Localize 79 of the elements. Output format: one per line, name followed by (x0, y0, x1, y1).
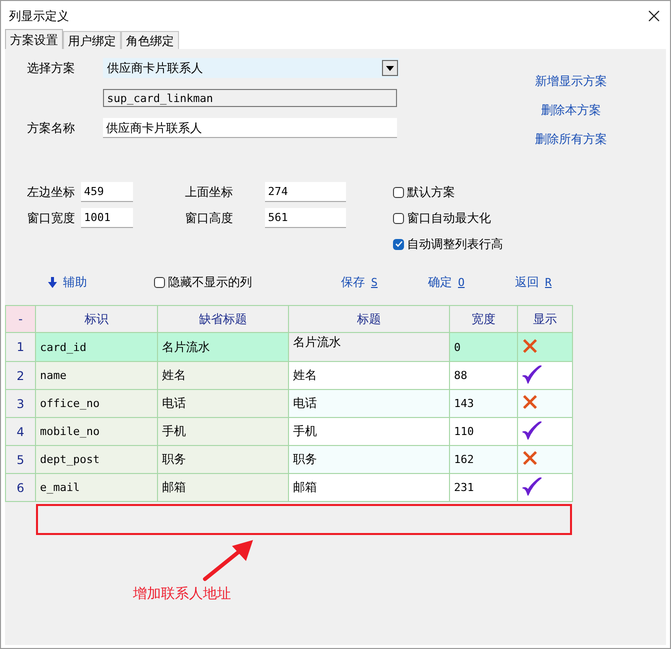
checkbox-label: 自动调整列表行高 (407, 236, 503, 252)
link[interactable]: 新增显示方案 (535, 73, 607, 90)
table-cell: 名片流水 (158, 332, 288, 362)
table-cell[interactable]: 88 (450, 362, 518, 390)
row-number: 1 (6, 332, 36, 362)
table-cell: 姓名 (158, 362, 288, 390)
checkbox[interactable] (393, 238, 404, 250)
field-label: 方案名称 (26, 120, 76, 136)
tab[interactable]: 角色绑定 (121, 31, 179, 49)
link[interactable]: 删除所有方案 (535, 131, 607, 148)
scheme-dropdown[interactable]: 供应商卡片联系人 (103, 58, 399, 78)
table-cell: 电话 (158, 390, 288, 418)
header-cell: - (6, 306, 36, 332)
dropdown-button[interactable] (382, 60, 398, 76)
code-field[interactable]: sup_card_linkman (103, 89, 397, 107)
action-link[interactable]: 返回 R (515, 274, 602, 290)
name-field[interactable]: 供应商卡片联系人 (103, 118, 397, 138)
table-cell[interactable]: 职务 (288, 446, 450, 474)
checkbox[interactable] (393, 212, 404, 224)
table-cell: dept_post (36, 446, 158, 474)
table-cell[interactable]: 电话 (288, 390, 450, 418)
number-field[interactable]: 274 (265, 182, 346, 202)
table-cell[interactable]: 162 (450, 446, 518, 474)
field-label: 窗口高度 (184, 210, 234, 226)
tab[interactable]: 用户绑定 (63, 31, 121, 49)
table-cell[interactable]: 手机 (288, 418, 450, 446)
number-field[interactable]: 459 (81, 182, 133, 202)
column-header: 宽度 (450, 306, 518, 332)
table-cell[interactable]: 143 (450, 390, 518, 418)
table-cell[interactable]: 231 (450, 474, 518, 502)
column-header: 显示 (518, 306, 572, 332)
table-cell[interactable]: 姓名 (288, 362, 450, 390)
action-link[interactable]: 确定 O (428, 274, 515, 290)
table-cell: card_id (36, 332, 158, 362)
tab[interactable]: 方案设置 (5, 29, 63, 49)
table-cell[interactable]: 名片流水 (288, 332, 450, 362)
checkbox-label: 隐藏不显示的列 (168, 274, 252, 290)
checkbox-label: 窗口自动最大化 (407, 210, 491, 226)
action-link[interactable]: 保存 S (341, 274, 428, 290)
row-number: 6 (6, 474, 36, 502)
check-icon[interactable] (522, 420, 542, 440)
annotation-text: 增加联系人地址 (133, 585, 231, 603)
column-header: 缺省标题 (158, 306, 288, 332)
table-cell: mobile_no (36, 418, 158, 446)
window-title: 列显示定义 (9, 8, 69, 24)
down-arrow-icon (48, 276, 57, 288)
row-number: 4 (6, 418, 36, 446)
close-icon[interactable] (648, 10, 660, 22)
assist-link[interactable]: 辅助 (63, 274, 87, 290)
field-label: 上面坐标 (184, 184, 234, 200)
table-cell: e_mail (36, 474, 158, 502)
checkbox-label: 默认方案 (407, 184, 455, 200)
cross-icon[interactable] (522, 338, 538, 354)
check-icon[interactable] (522, 364, 542, 384)
table-cell: name (36, 362, 158, 390)
table-cell: 手机 (158, 418, 288, 446)
row-number: 5 (6, 446, 36, 474)
row-number: 2 (6, 362, 36, 390)
table-cell: office_no (36, 390, 158, 418)
number-field[interactable]: 561 (265, 208, 346, 228)
field-label: 选择方案 (26, 60, 76, 76)
table-cell: 邮箱 (158, 474, 288, 502)
column-header: 标识 (36, 306, 158, 332)
checkbox[interactable] (154, 276, 165, 288)
table-cell: 职务 (158, 446, 288, 474)
table-cell[interactable]: 110 (450, 418, 518, 446)
number-field[interactable]: 1001 (81, 208, 133, 228)
field-label: 左边坐标 (26, 184, 76, 200)
cross-icon[interactable] (522, 394, 538, 410)
link[interactable]: 删除本方案 (535, 102, 607, 119)
cross-icon[interactable] (522, 450, 538, 466)
checkbox[interactable] (393, 186, 404, 198)
check-icon[interactable] (522, 476, 542, 496)
table-cell[interactable]: 0 (450, 332, 518, 362)
caret-icon (386, 66, 394, 70)
field-label: 窗口宽度 (26, 210, 76, 226)
table-cell[interactable]: 邮箱 (288, 474, 450, 502)
column-header: 标题 (288, 306, 450, 332)
row-number: 3 (6, 390, 36, 418)
